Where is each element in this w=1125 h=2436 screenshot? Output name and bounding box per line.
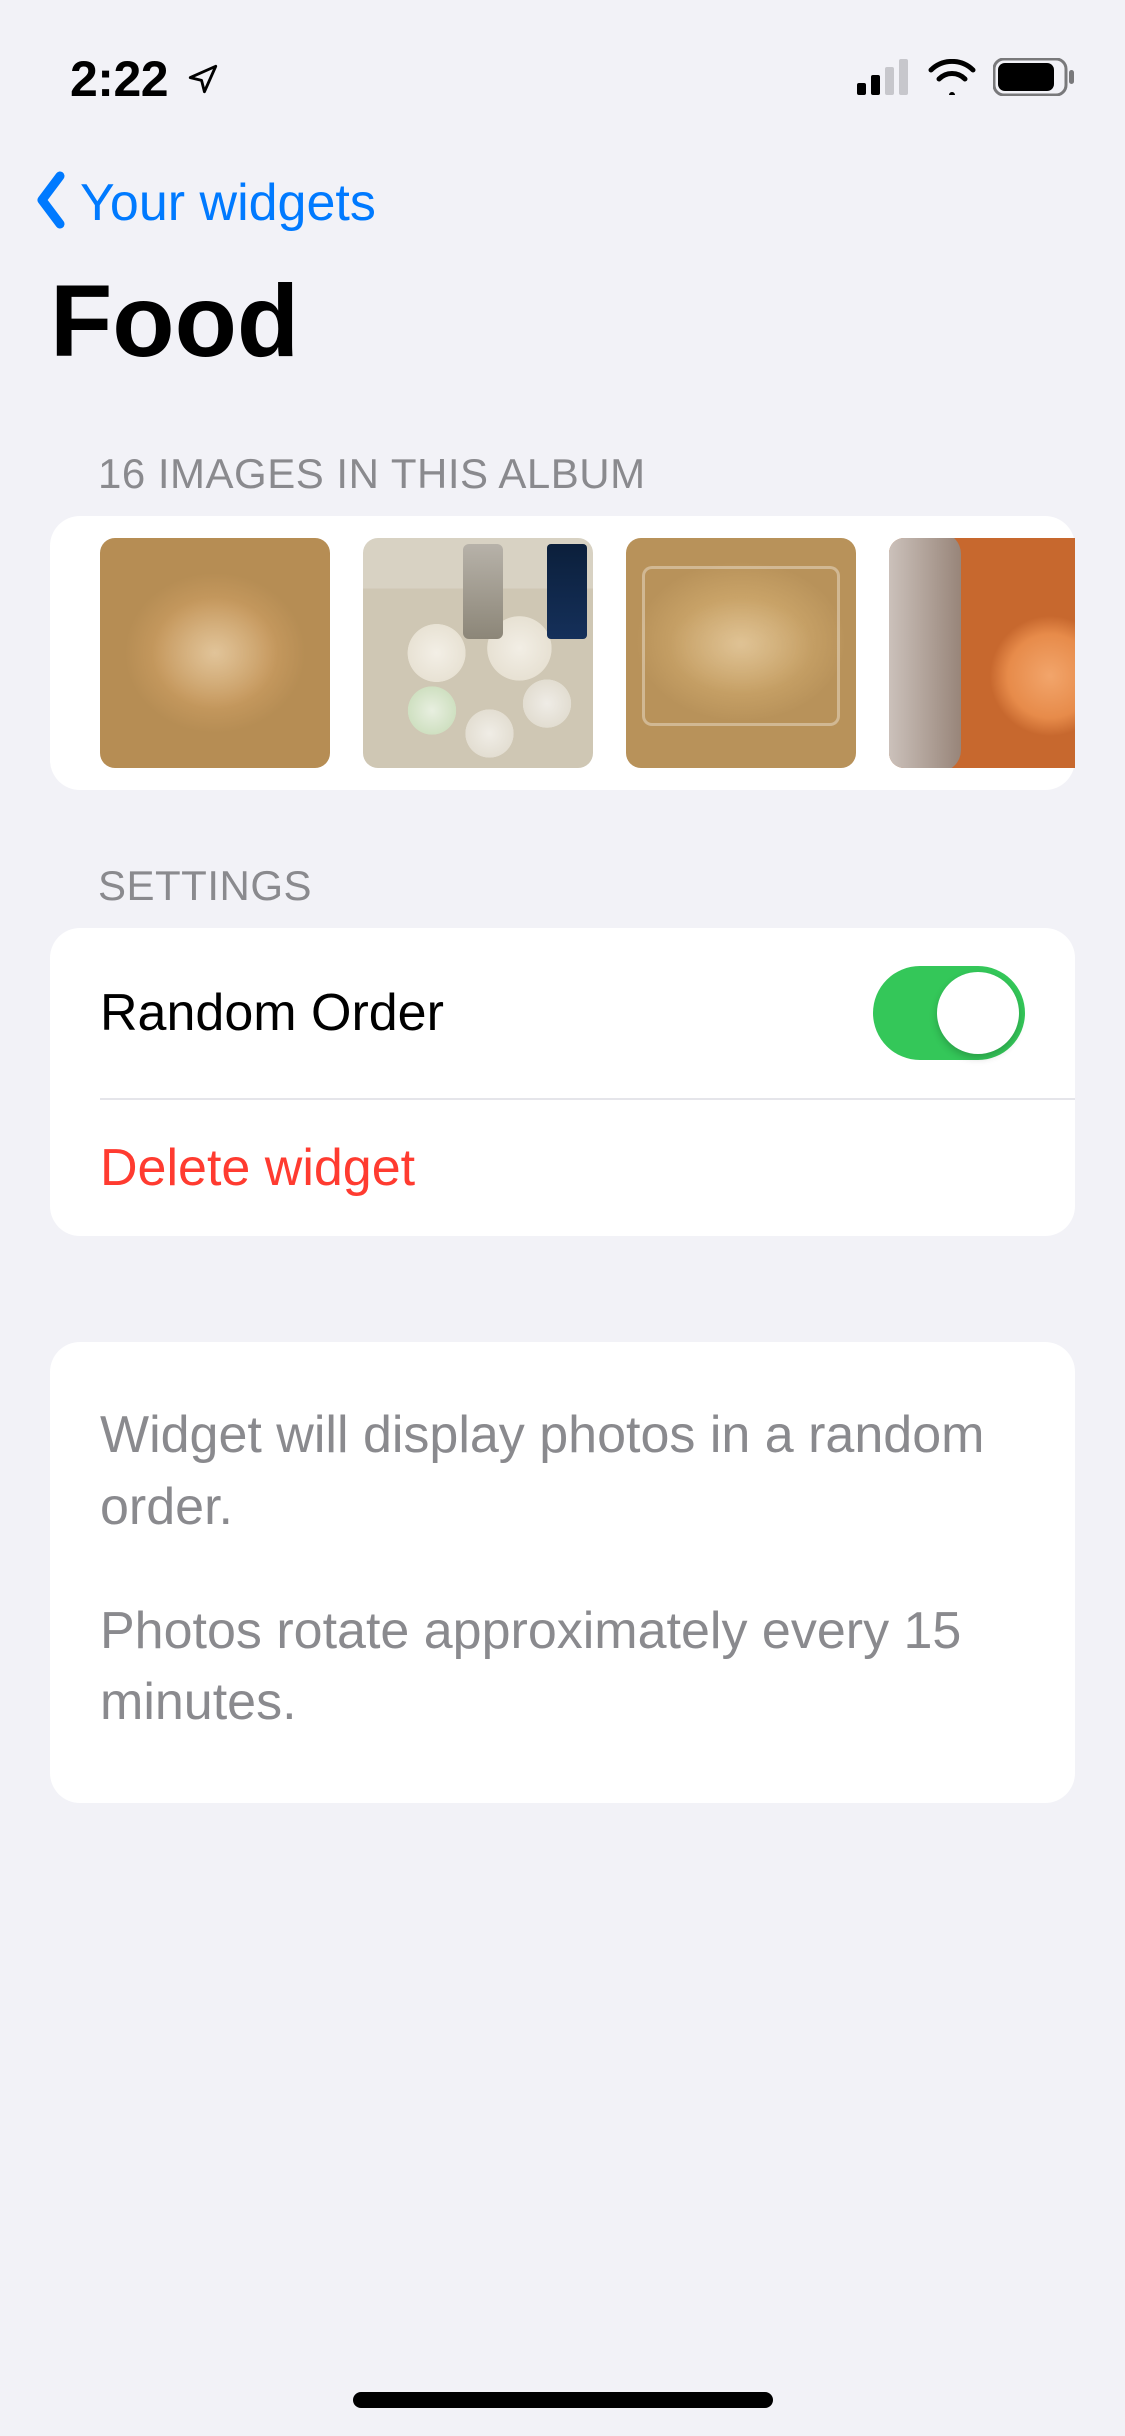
random-order-toggle[interactable] [873,966,1025,1060]
settings-card: Random Order Delete widget [50,928,1075,1236]
album-thumbnail[interactable] [626,538,856,768]
back-button[interactable]: Your widgets [0,140,1125,255]
delete-widget-label: Delete widget [100,1138,415,1198]
album-thumbnail[interactable] [889,538,1075,768]
wifi-icon [927,59,977,100]
random-order-row: Random Order [50,928,1075,1098]
album-thumbnail[interactable] [100,538,330,768]
home-indicator[interactable] [353,2392,773,2408]
album-thumbnail-row[interactable] [50,516,1075,790]
status-bar: 2:22 [0,0,1125,140]
status-bar-left: 2:22 [70,50,220,108]
cellular-signal-icon [857,59,911,100]
settings-section-header: SETTINGS [0,790,1125,928]
random-order-label: Random Order [100,983,444,1043]
battery-icon [993,58,1075,101]
widget-info-line-2: Photos rotate approximately every 15 min… [100,1596,1025,1740]
album-section-header: 16 IMAGES IN THIS ALBUM [0,420,1125,516]
widget-info-line-1: Widget will display photos in a random o… [100,1400,1025,1544]
location-arrow-icon [186,50,220,108]
status-bar-right [857,58,1075,101]
page-title: Food [0,255,1125,420]
chevron-left-icon [30,170,72,235]
album-thumbnail-card [50,516,1075,790]
delete-widget-button[interactable]: Delete widget [100,1098,1075,1236]
album-thumbnail[interactable] [363,538,593,768]
widget-info-card: Widget will display photos in a random o… [50,1342,1075,1803]
back-button-label: Your widgets [80,173,376,233]
status-time: 2:22 [70,50,168,108]
